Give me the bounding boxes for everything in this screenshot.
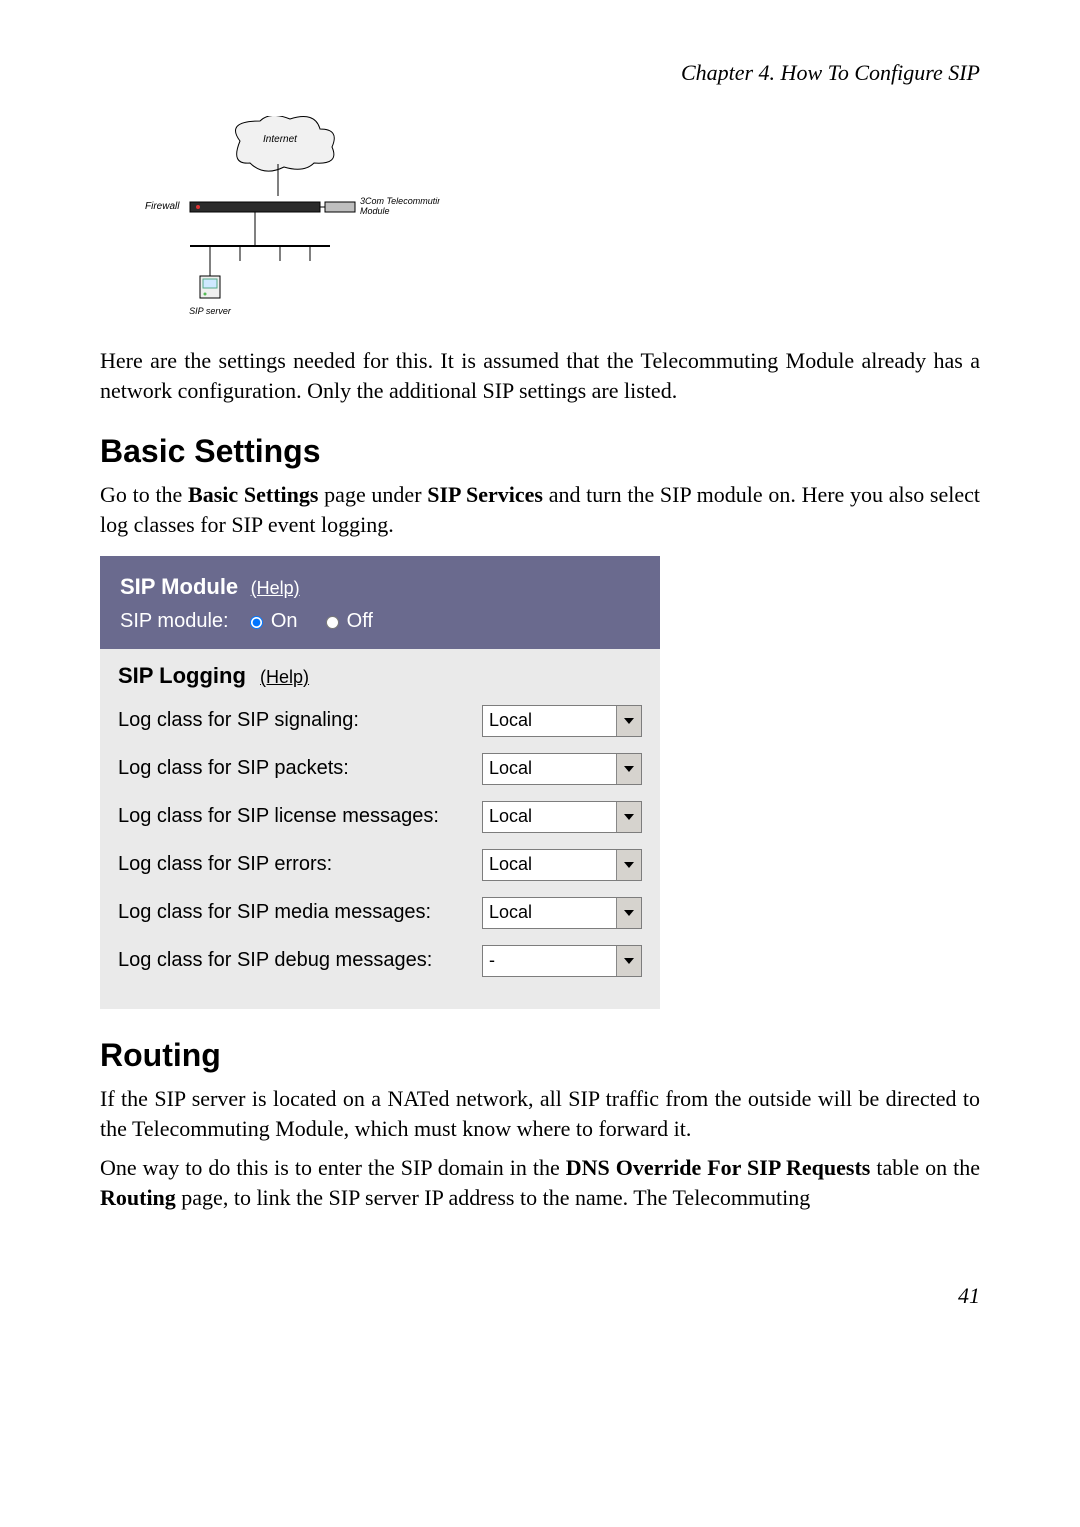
network-diagram: Internet Firewall 3Com Telecommuting Mod… — [100, 116, 980, 326]
sip-module-off-label: Off — [347, 610, 373, 632]
routing-heading: Routing — [100, 1037, 980, 1074]
log-errors-label: Log class for SIP errors: — [118, 852, 482, 877]
log-signaling-label: Log class for SIP signaling: — [118, 708, 482, 733]
select-value: Local — [483, 754, 616, 784]
sip-module-section: SIP Module (Help) SIP module: On Off — [100, 556, 660, 649]
diagram-internet-label: Internet — [263, 134, 298, 145]
text-bold: Routing — [100, 1185, 176, 1210]
log-errors-select[interactable]: Local — [482, 849, 642, 881]
log-signaling-select[interactable]: Local — [482, 705, 642, 737]
select-value: Local — [483, 706, 616, 736]
sip-config-panel: SIP Module (Help) SIP module: On Off SIP… — [100, 556, 660, 1009]
chevron-down-icon — [616, 706, 641, 736]
select-value: Local — [483, 850, 616, 880]
text-bold: SIP Services — [427, 482, 543, 507]
chevron-down-icon — [616, 898, 641, 928]
text-fragment: Go to the — [100, 482, 188, 507]
text-fragment: table on the — [870, 1155, 980, 1180]
log-license-row: Log class for SIP license messages: Loca… — [118, 801, 642, 833]
select-value: - — [483, 946, 616, 976]
sip-module-off-radio[interactable] — [326, 616, 339, 629]
log-errors-row: Log class for SIP errors: Local — [118, 849, 642, 881]
page: Chapter 4. How To Configure SIP Internet… — [0, 0, 1080, 1369]
routing-paragraph-2: One way to do this is to enter the SIP d… — [100, 1153, 980, 1212]
sip-logging-section: SIP Logging (Help) Log class for SIP sig… — [100, 649, 660, 1009]
diagram-firewall-label: Firewall — [145, 201, 180, 212]
intro-paragraph: Here are the settings needed for this. I… — [100, 346, 980, 405]
text-bold: DNS Override For SIP Requests — [566, 1155, 871, 1180]
sip-logging-title: SIP Logging — [118, 663, 246, 688]
log-debug-select[interactable]: - — [482, 945, 642, 977]
text-fragment: page under — [318, 482, 427, 507]
text-fragment: One way to do this is to enter the SIP d… — [100, 1155, 566, 1180]
text-fragment: page, to link the SIP server IP address … — [176, 1185, 811, 1210]
basic-settings-paragraph: Go to the Basic Settings page under SIP … — [100, 480, 980, 539]
basic-settings-heading: Basic Settings — [100, 433, 980, 470]
running-header: Chapter 4. How To Configure SIP — [100, 60, 980, 86]
routing-paragraph-1: If the SIP server is located on a NATed … — [100, 1084, 980, 1143]
page-number: 41 — [100, 1283, 980, 1309]
log-signaling-row: Log class for SIP signaling: Local — [118, 705, 642, 737]
log-packets-row: Log class for SIP packets: Local — [118, 753, 642, 785]
log-debug-label: Log class for SIP debug messages: — [118, 948, 482, 973]
log-packets-select[interactable]: Local — [482, 753, 642, 785]
sip-module-on-radio[interactable] — [250, 616, 263, 629]
sip-logging-help-link[interactable]: (Help) — [260, 667, 309, 687]
diagram-sipserver-label: SIP server — [189, 306, 232, 316]
select-value: Local — [483, 802, 616, 832]
log-media-label: Log class for SIP media messages: — [118, 900, 482, 925]
sip-module-on-label: On — [271, 610, 298, 632]
chevron-down-icon — [616, 946, 641, 976]
sip-module-help-link[interactable]: (Help) — [251, 578, 300, 598]
diagram-svg: Internet Firewall 3Com Telecommuting Mod… — [120, 116, 440, 326]
chevron-down-icon — [616, 850, 641, 880]
log-media-select[interactable]: Local — [482, 897, 642, 929]
select-value: Local — [483, 898, 616, 928]
sip-module-row-label: SIP module: — [120, 610, 229, 632]
text-bold: Basic Settings — [188, 482, 318, 507]
diagram-module-label-2: Module — [360, 206, 390, 216]
sip-module-radio-row: SIP module: On Off — [120, 610, 640, 633]
sip-module-title: SIP Module — [120, 574, 238, 599]
log-debug-row: Log class for SIP debug messages: - — [118, 945, 642, 977]
log-license-label: Log class for SIP license messages: — [118, 804, 482, 829]
chevron-down-icon — [616, 802, 641, 832]
chevron-down-icon — [616, 754, 641, 784]
diagram-module-label-1: 3Com Telecommuting — [360, 196, 440, 206]
log-media-row: Log class for SIP media messages: Local — [118, 897, 642, 929]
log-license-select[interactable]: Local — [482, 801, 642, 833]
log-packets-label: Log class for SIP packets: — [118, 756, 482, 781]
